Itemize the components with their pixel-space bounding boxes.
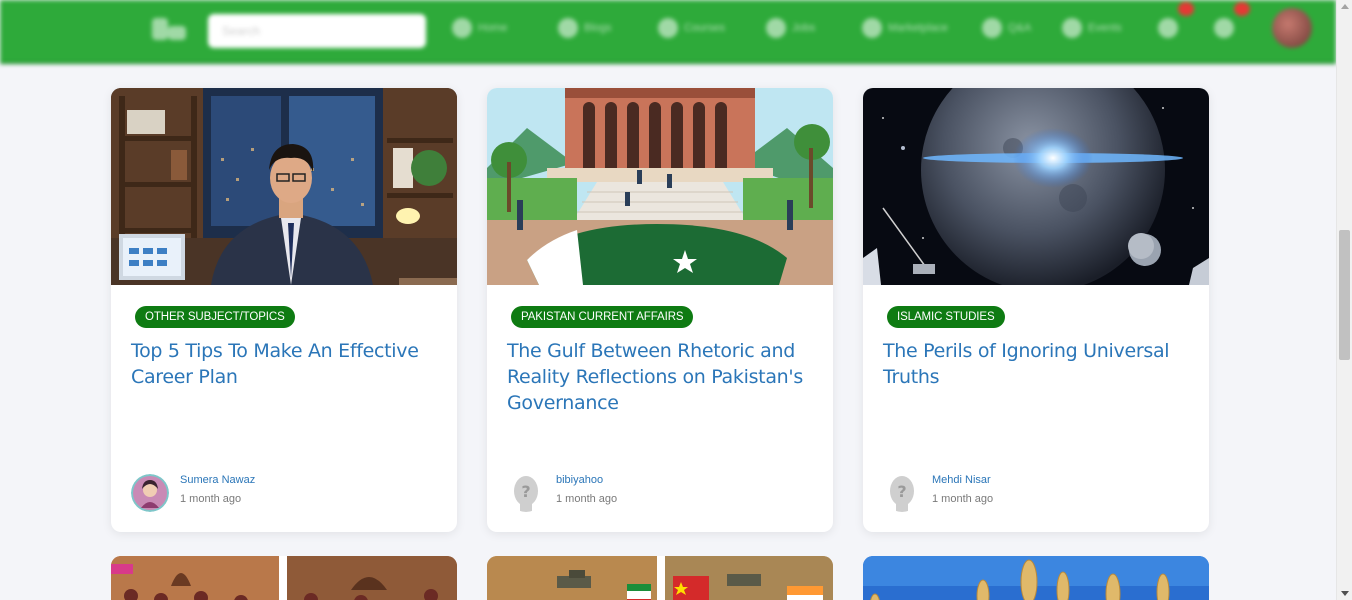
post-time: 1 month ago xyxy=(932,493,994,505)
search-placeholder: Search xyxy=(222,24,261,38)
nav-item-qa[interactable]: Q&A xyxy=(982,14,1031,42)
site-logo[interactable] xyxy=(150,14,188,44)
post-time: 1 month ago xyxy=(180,493,242,505)
nav-item-marketplace[interactable]: Marketplace xyxy=(862,14,948,42)
card-thumbnail-flags[interactable] xyxy=(487,556,833,600)
author-avatar-placeholder[interactable]: ? xyxy=(507,474,545,512)
nav-item-blogs[interactable]: Blogs xyxy=(558,14,612,42)
author-name-link[interactable]: Sumera Nawaz xyxy=(180,474,255,486)
search-input[interactable]: Search xyxy=(208,14,426,48)
messages-badge xyxy=(1178,2,1194,16)
home-icon xyxy=(452,18,472,38)
svg-text:?: ? xyxy=(897,482,906,501)
events-icon xyxy=(1062,18,1082,38)
category-badge[interactable]: OTHER SUBJECT/TOPICS xyxy=(135,306,295,328)
svg-text:?: ? xyxy=(521,482,530,501)
post-time: 1 month ago xyxy=(556,493,618,505)
card-thumbnail-office[interactable] xyxy=(111,88,457,285)
nav-item-events[interactable]: Events xyxy=(1062,14,1122,42)
blog-card[interactable]: ISLAMIC STUDIES The Perils of Ignoring U… xyxy=(863,88,1209,532)
author-avatar-placeholder[interactable]: ? xyxy=(883,474,921,512)
page-scrollbar[interactable] xyxy=(1336,0,1352,600)
qa-icon xyxy=(982,18,1002,38)
card-thumbnail-crowd[interactable] xyxy=(111,556,457,600)
bell-icon xyxy=(1214,18,1234,38)
nav-item-courses[interactable]: Courses xyxy=(658,14,725,42)
nav-item-home[interactable]: Home xyxy=(452,14,507,42)
marketplace-icon xyxy=(862,18,882,38)
author-name-link[interactable]: bibiyahoo xyxy=(556,474,603,486)
card-thumbnail-parliament[interactable] xyxy=(487,88,833,285)
messages-button[interactable] xyxy=(1158,14,1178,42)
card-thumbnail-space[interactable] xyxy=(863,88,1209,285)
card-title-link[interactable]: Top 5 Tips To Make An Effective Career P… xyxy=(131,338,431,390)
jobs-icon xyxy=(766,18,786,38)
notifications-badge xyxy=(1234,2,1250,16)
card-title-link[interactable]: The Gulf Between Rhetoric and Reality Re… xyxy=(507,338,807,416)
scroll-thumb[interactable] xyxy=(1339,230,1350,360)
author-name-link[interactable]: Mehdi Nisar xyxy=(932,474,991,486)
blog-card[interactable]: OTHER SUBJECT/TOPICS Top 5 Tips To Make … xyxy=(111,88,457,532)
card-thumbnail-wheat[interactable] xyxy=(863,556,1209,600)
blog-icon xyxy=(558,18,578,38)
message-icon xyxy=(1158,18,1178,38)
blog-card[interactable]: PAKISTAN CURRENT AFFAIRS The Gulf Betwee… xyxy=(487,88,833,532)
user-avatar[interactable] xyxy=(1272,8,1312,48)
nav-item-jobs[interactable]: Jobs xyxy=(766,14,815,42)
category-badge[interactable]: PAKISTAN CURRENT AFFAIRS xyxy=(511,306,694,328)
category-badge[interactable]: ISLAMIC STUDIES xyxy=(887,306,1005,328)
scroll-down-arrow-icon[interactable] xyxy=(1341,591,1349,596)
card-title-link[interactable]: The Perils of Ignoring Universal Truths xyxy=(883,338,1183,390)
author-avatar[interactable] xyxy=(131,474,169,512)
notifications-button[interactable] xyxy=(1214,14,1234,42)
top-navigation-bar: Search Home Blogs Courses Jobs Marketpla… xyxy=(0,0,1336,64)
scroll-up-arrow-icon[interactable] xyxy=(1341,4,1349,9)
course-icon xyxy=(658,18,678,38)
